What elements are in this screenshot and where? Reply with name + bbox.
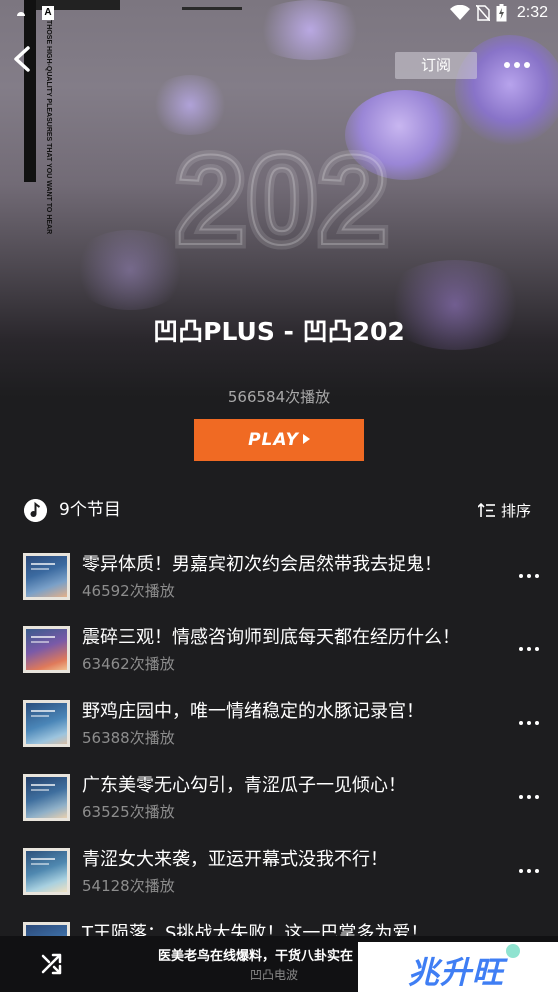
- episode-title: 震碎三观！情感咨询师到底每天都在经历什么！: [82, 627, 460, 648]
- episode-thumbnail: [23, 774, 70, 821]
- shuffle-icon[interactable]: [40, 952, 64, 976]
- episode-title: 青涩女大来袭，亚运开幕式没我不行！: [82, 849, 388, 870]
- play-button-label: PLAY: [248, 430, 299, 450]
- episode-more-icon[interactable]: [518, 645, 540, 653]
- watermark-logo: 兆升旺: [358, 942, 558, 992]
- music-note-icon: [24, 499, 47, 522]
- episode-more-icon[interactable]: [518, 867, 540, 875]
- battery-icon: [496, 4, 507, 22]
- poster-vertical-text: THOSE HIGH-QUALITY PLEASURES THAT YOU WA…: [45, 20, 52, 235]
- episode-title: 广东美零无心勾引，青涩瓜子一见倾心！: [82, 775, 406, 796]
- episode-thumbnail: [23, 848, 70, 895]
- episode-row[interactable]: 野鸡庄园中，唯一情绪稳定的水豚记录官！ 56388次播放: [0, 697, 558, 765]
- episode-thumbnail: [23, 700, 70, 747]
- episode-play-count: 63462次播放: [82, 655, 175, 673]
- no-sim-icon: [475, 5, 490, 21]
- episode-row[interactable]: 广东美零无心勾引，青涩瓜子一见倾心！ 63525次播放: [0, 771, 558, 839]
- episode-list-header: 9个节目 排序: [0, 490, 558, 530]
- episode-play-count: 56388次播放: [82, 729, 175, 747]
- wifi-icon: [449, 5, 470, 20]
- svg-text:202: 202: [175, 132, 389, 262]
- clock: 2:32: [516, 4, 548, 21]
- album-title: 凹凸PLUS - 凹凸202: [153, 317, 405, 346]
- sort-label: 排序: [501, 502, 532, 520]
- episode-play-count: 46592次播放: [82, 582, 175, 600]
- status-bar: A 2:32: [0, 0, 558, 30]
- episode-play-count: 63525次播放: [82, 803, 175, 821]
- episode-row[interactable]: 震碎三观！情感咨询师到底每天都在经历什么！ 63462次播放: [0, 623, 558, 691]
- more-options-icon[interactable]: [500, 55, 534, 75]
- episode-more-icon[interactable]: [518, 793, 540, 801]
- android-icon: [17, 12, 25, 16]
- episode-thumbnail: [23, 626, 70, 673]
- episode-title: 零异体质！男嘉宾初次约会居然带我去捉鬼！: [82, 554, 442, 575]
- now-playing-title: 医美老鸟在线爆料，干货八卦实在: [158, 949, 354, 964]
- album-play-count: 566584次播放: [227, 388, 331, 406]
- episode-row[interactable]: 青涩女大来袭，亚运开幕式没我不行！ 54128次播放: [0, 845, 558, 913]
- back-arrow-icon[interactable]: [10, 44, 36, 74]
- now-playing-source: 凹凸电波: [250, 968, 299, 982]
- sort-button[interactable]: 排序: [478, 500, 531, 521]
- subscribe-button[interactable]: 订阅: [395, 52, 477, 79]
- backdrop-202-graphic: 202 202: [171, 132, 394, 262]
- episode-more-icon[interactable]: [518, 572, 540, 580]
- episode-play-count: 54128次播放: [82, 877, 175, 895]
- episode-thumbnail: [23, 553, 70, 600]
- sort-icon: [478, 503, 495, 517]
- episode-row[interactable]: 零异体质！男嘉宾初次约会居然带我去捉鬼！ 46592次播放: [0, 550, 558, 618]
- episode-title: 野鸡庄园中，唯一情绪稳定的水豚记录官！: [82, 701, 424, 722]
- play-all-button[interactable]: PLAY: [194, 419, 364, 461]
- a-notification-icon: A: [42, 6, 54, 20]
- play-triangle-icon: [302, 434, 310, 444]
- episode-count: 9个节目: [59, 500, 121, 520]
- watermark-text: 兆升旺: [408, 955, 504, 991]
- episode-more-icon[interactable]: [518, 719, 540, 727]
